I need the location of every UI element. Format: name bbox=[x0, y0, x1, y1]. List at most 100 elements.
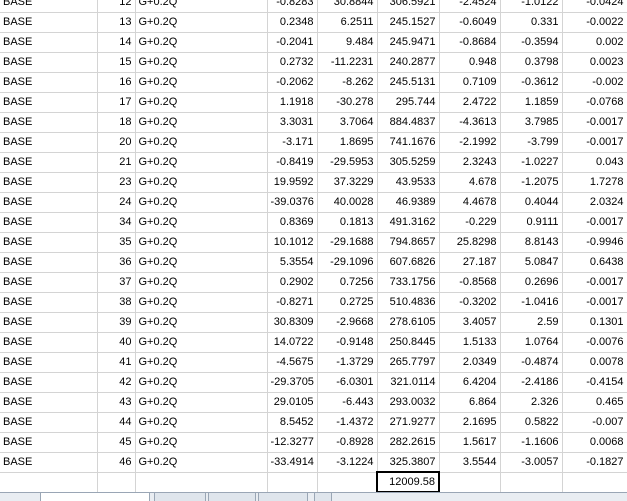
cell[interactable]: 0.002 bbox=[562, 32, 627, 53]
cell[interactable]: 321.0114 bbox=[377, 372, 440, 393]
cell[interactable]: 23 bbox=[97, 172, 136, 193]
cell[interactable]: -39.0376 bbox=[267, 192, 318, 213]
cell[interactable]: -0.0017 bbox=[562, 272, 627, 293]
cell[interactable]: 2.4722 bbox=[439, 92, 501, 113]
cell[interactable]: BASE bbox=[0, 132, 98, 153]
cell[interactable]: 16 bbox=[97, 72, 136, 93]
cell[interactable]: 293.0032 bbox=[377, 392, 440, 413]
cell[interactable]: 2.59 bbox=[500, 312, 563, 333]
cell[interactable]: 2.1695 bbox=[439, 412, 501, 433]
cell[interactable]: -0.8568 bbox=[439, 272, 501, 293]
cell[interactable]: 21 bbox=[97, 152, 136, 173]
cell[interactable]: -1.2075 bbox=[500, 172, 563, 193]
cell[interactable]: G+0.2Q bbox=[135, 272, 268, 293]
cell[interactable]: BASE bbox=[0, 92, 98, 113]
cell[interactable]: BASE bbox=[0, 72, 98, 93]
cell[interactable]: -0.3202 bbox=[439, 292, 501, 313]
cell[interactable]: -3.0057 bbox=[500, 452, 563, 473]
cell[interactable]: -33.4914 bbox=[267, 452, 318, 473]
cell[interactable]: 278.6105 bbox=[377, 312, 440, 333]
cell[interactable]: G+0.2Q bbox=[135, 432, 268, 453]
cell[interactable]: BASE bbox=[0, 392, 98, 413]
cell[interactable]: 14 bbox=[97, 32, 136, 53]
cell[interactable]: 24 bbox=[97, 192, 136, 213]
cell[interactable]: 8.5452 bbox=[267, 412, 318, 433]
cell[interactable]: 0.2696 bbox=[500, 272, 563, 293]
cell[interactable]: 2.0324 bbox=[562, 192, 627, 213]
cell[interactable]: 2.326 bbox=[500, 392, 563, 413]
cell[interactable]: BASE bbox=[0, 252, 98, 273]
cell[interactable]: -0.3594 bbox=[500, 32, 563, 53]
cell[interactable]: 4.678 bbox=[439, 172, 501, 193]
cell[interactable]: 282.2615 bbox=[377, 432, 440, 453]
cell[interactable]: -2.1992 bbox=[439, 132, 501, 153]
cell[interactable]: G+0.2Q bbox=[135, 332, 268, 353]
cell[interactable]: 306.5921 bbox=[377, 0, 440, 13]
cell[interactable]: 46.9389 bbox=[377, 192, 440, 213]
cell[interactable]: G+0.2Q bbox=[135, 452, 268, 473]
cell[interactable]: 19.9592 bbox=[267, 172, 318, 193]
cell[interactable]: 0.2725 bbox=[317, 292, 378, 313]
cell[interactable]: 607.6826 bbox=[377, 252, 440, 273]
cell[interactable]: 240.2877 bbox=[377, 52, 440, 73]
cell[interactable]: -1.0122 bbox=[500, 0, 563, 13]
cell[interactable]: 1.5617 bbox=[439, 432, 501, 453]
cell[interactable]: G+0.2Q bbox=[135, 72, 268, 93]
cell[interactable]: -1.1606 bbox=[500, 432, 563, 453]
cell[interactable]: 15 bbox=[97, 52, 136, 73]
cell[interactable]: 42 bbox=[97, 372, 136, 393]
cell[interactable]: 0.0078 bbox=[562, 352, 627, 373]
cell[interactable]: G+0.2Q bbox=[135, 372, 268, 393]
cell[interactable]: 0.6438 bbox=[562, 252, 627, 273]
empty-cell[interactable] bbox=[500, 472, 563, 493]
cell[interactable]: -6.443 bbox=[317, 392, 378, 413]
cell[interactable]: 0.948 bbox=[439, 52, 501, 73]
empty-cell[interactable] bbox=[317, 472, 378, 493]
cell[interactable]: 265.7797 bbox=[377, 352, 440, 373]
cell[interactable]: 30.8844 bbox=[317, 0, 378, 13]
cell[interactable]: G+0.2Q bbox=[135, 292, 268, 313]
cell[interactable]: -4.3613 bbox=[439, 112, 501, 133]
cell[interactable]: -29.3705 bbox=[267, 372, 318, 393]
cell[interactable]: 6.4204 bbox=[439, 372, 501, 393]
cell[interactable]: 18 bbox=[97, 112, 136, 133]
cell[interactable]: 14.0722 bbox=[267, 332, 318, 353]
cell[interactable]: 245.1527 bbox=[377, 12, 440, 33]
cell[interactable]: -2.4186 bbox=[500, 372, 563, 393]
cell[interactable]: 0.2348 bbox=[267, 12, 318, 33]
cell[interactable]: 1.1918 bbox=[267, 92, 318, 113]
cell[interactable]: 45 bbox=[97, 432, 136, 453]
cell[interactable]: BASE bbox=[0, 52, 98, 73]
cell[interactable]: BASE bbox=[0, 352, 98, 373]
empty-cell[interactable] bbox=[135, 472, 268, 493]
cell[interactable]: -0.8684 bbox=[439, 32, 501, 53]
cell[interactable]: 9.484 bbox=[317, 32, 378, 53]
cell[interactable]: -0.0017 bbox=[562, 212, 627, 233]
empty-cell[interactable] bbox=[97, 472, 136, 493]
cell[interactable]: -0.1827 bbox=[562, 452, 627, 473]
cell[interactable]: 741.1676 bbox=[377, 132, 440, 153]
cell[interactable]: -29.1688 bbox=[317, 232, 378, 253]
cell[interactable]: 295.744 bbox=[377, 92, 440, 113]
cell[interactable]: G+0.2Q bbox=[135, 252, 268, 273]
cell[interactable]: -0.9946 bbox=[562, 232, 627, 253]
cell[interactable]: 510.4836 bbox=[377, 292, 440, 313]
cell[interactable]: -0.0017 bbox=[562, 132, 627, 153]
cell[interactable]: BASE bbox=[0, 212, 98, 233]
selected-cell[interactable]: 12009.58 bbox=[376, 471, 440, 493]
cell[interactable]: -0.0768 bbox=[562, 92, 627, 113]
cell[interactable]: -11.2231 bbox=[317, 52, 378, 73]
cell[interactable]: 4.4678 bbox=[439, 192, 501, 213]
cell[interactable]: -0.4154 bbox=[562, 372, 627, 393]
cell[interactable]: -0.0424 bbox=[562, 0, 627, 13]
cell[interactable]: 0.8369 bbox=[267, 212, 318, 233]
cell[interactable]: 1.0764 bbox=[500, 332, 563, 353]
cell[interactable]: 3.7064 bbox=[317, 112, 378, 133]
cell[interactable]: 3.4057 bbox=[439, 312, 501, 333]
cell[interactable]: 794.8657 bbox=[377, 232, 440, 253]
cell[interactable]: -0.6049 bbox=[439, 12, 501, 33]
cell[interactable]: -3.799 bbox=[500, 132, 563, 153]
cell[interactable]: -0.2062 bbox=[267, 72, 318, 93]
cell[interactable]: 3.7985 bbox=[500, 112, 563, 133]
cell[interactable]: 0.9111 bbox=[500, 212, 563, 233]
